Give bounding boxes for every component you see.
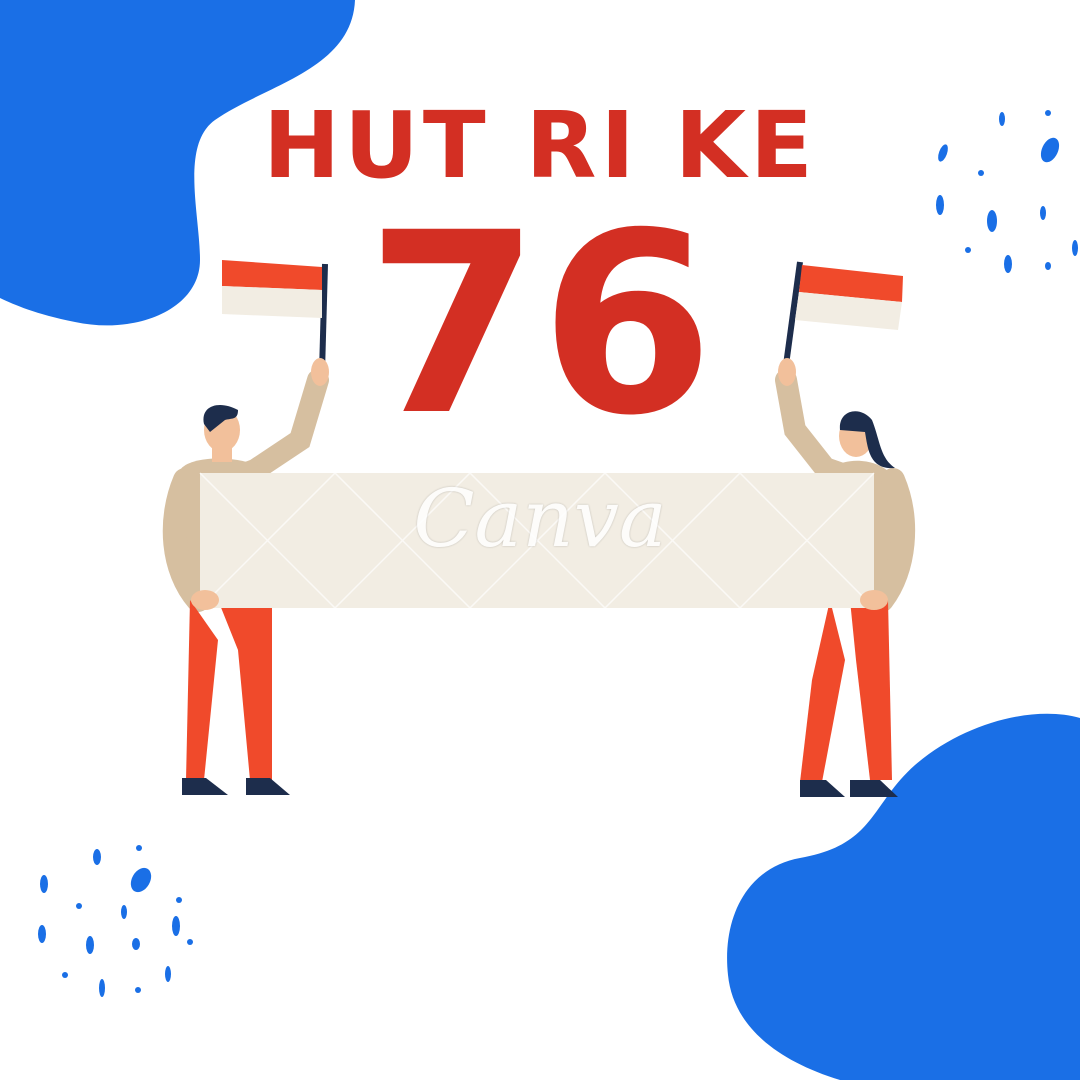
hand <box>311 358 329 386</box>
hand-right <box>860 590 888 610</box>
flag-right <box>783 261 903 366</box>
hand <box>778 358 796 386</box>
shoe-left <box>800 780 845 797</box>
shoe-left <box>182 778 228 795</box>
leg-right <box>218 600 272 780</box>
shoe-right <box>246 778 290 795</box>
leg-right <box>850 600 892 780</box>
poster-canvas: HUT RI KE 76 Canva <box>0 0 1080 1080</box>
flag-red-stripe <box>222 260 322 290</box>
flag-pole <box>319 263 328 373</box>
flag-left <box>222 260 328 373</box>
flag-white-stripe <box>222 286 322 318</box>
leg-left <box>186 600 218 780</box>
shoe-right <box>850 780 898 797</box>
hand-left <box>191 590 219 610</box>
raised-arm <box>775 369 856 486</box>
leg-left <box>800 600 845 782</box>
canva-watermark: Canva <box>413 472 667 565</box>
